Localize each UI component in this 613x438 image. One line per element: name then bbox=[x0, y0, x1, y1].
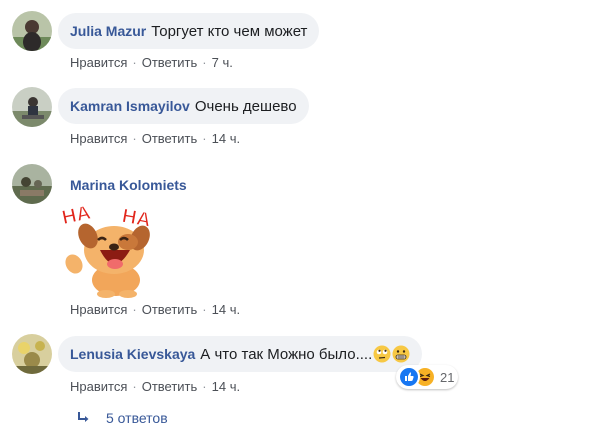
reactions-summary[interactable]: 21 bbox=[396, 365, 459, 389]
like-button[interactable]: Нравится bbox=[70, 302, 127, 317]
comment-text: А что так Можно было.... bbox=[200, 345, 373, 363]
comment-actions: Нравится · Ответить · 14 ч. bbox=[70, 131, 240, 146]
like-button[interactable]: Нравится bbox=[70, 55, 127, 70]
separator: · bbox=[132, 131, 137, 146]
comment-author[interactable]: Julia Mazur bbox=[70, 23, 146, 39]
separator: · bbox=[202, 131, 207, 146]
reply-button[interactable]: Ответить bbox=[142, 302, 198, 317]
grimacing-emoji bbox=[392, 345, 410, 363]
like-button[interactable]: Нравится bbox=[70, 379, 127, 394]
avatar[interactable] bbox=[12, 87, 52, 127]
comment-bubble: Julia Mazur Торгует кто чем может bbox=[58, 13, 320, 49]
timestamp[interactable]: 14 ч. bbox=[212, 302, 240, 317]
comment-text: Торгует кто чем может bbox=[151, 22, 308, 40]
comment-bubble: Lenusia Kievskaya А что так Можно было..… bbox=[58, 336, 423, 372]
reaction-count: 21 bbox=[440, 369, 455, 385]
like-reaction-icon bbox=[398, 366, 420, 388]
separator: · bbox=[202, 55, 207, 70]
reply-button[interactable]: Ответить bbox=[142, 55, 198, 70]
view-replies-link[interactable]: 5 ответов bbox=[76, 410, 168, 426]
avatar[interactable] bbox=[12, 164, 52, 204]
separator: · bbox=[202, 379, 207, 394]
separator: · bbox=[132, 55, 137, 70]
reply-button[interactable]: Ответить bbox=[142, 379, 198, 394]
separator: · bbox=[202, 302, 207, 317]
comment-author[interactable]: Lenusia Kievskaya bbox=[70, 346, 195, 362]
avatar[interactable] bbox=[12, 334, 52, 374]
comments-section: Julia Mazur Торгует кто чем может Нравит… bbox=[0, 0, 613, 438]
ha-ha-dog-sticker[interactable]: HA HA bbox=[59, 198, 158, 298]
reply-button[interactable]: Ответить bbox=[142, 131, 198, 146]
like-button[interactable]: Нравится bbox=[70, 131, 127, 146]
comment-author[interactable]: Marina Kolomiets bbox=[70, 177, 187, 193]
comment-text: Очень дешево bbox=[194, 97, 297, 115]
comment-actions: Нравится · Ответить · 14 ч. bbox=[70, 379, 240, 394]
replies-count-label[interactable]: 5 ответов bbox=[106, 410, 168, 426]
timestamp[interactable]: 7 ч. bbox=[212, 55, 233, 70]
comment-bubble: Kamran Ismayilov Очень дешево bbox=[58, 88, 309, 124]
rolling-eyes-emoji bbox=[373, 345, 391, 363]
separator: · bbox=[132, 379, 137, 394]
comment-actions: Нравится · Ответить · 7 ч. bbox=[70, 55, 233, 70]
reply-arrow-icon bbox=[76, 411, 92, 425]
avatar[interactable] bbox=[12, 11, 52, 51]
separator: · bbox=[132, 302, 137, 317]
comment-actions: Нравится · Ответить · 14 ч. bbox=[70, 302, 240, 317]
timestamp[interactable]: 14 ч. bbox=[212, 131, 240, 146]
timestamp[interactable]: 14 ч. bbox=[212, 379, 240, 394]
comment-author[interactable]: Kamran Ismayilov bbox=[70, 98, 190, 114]
